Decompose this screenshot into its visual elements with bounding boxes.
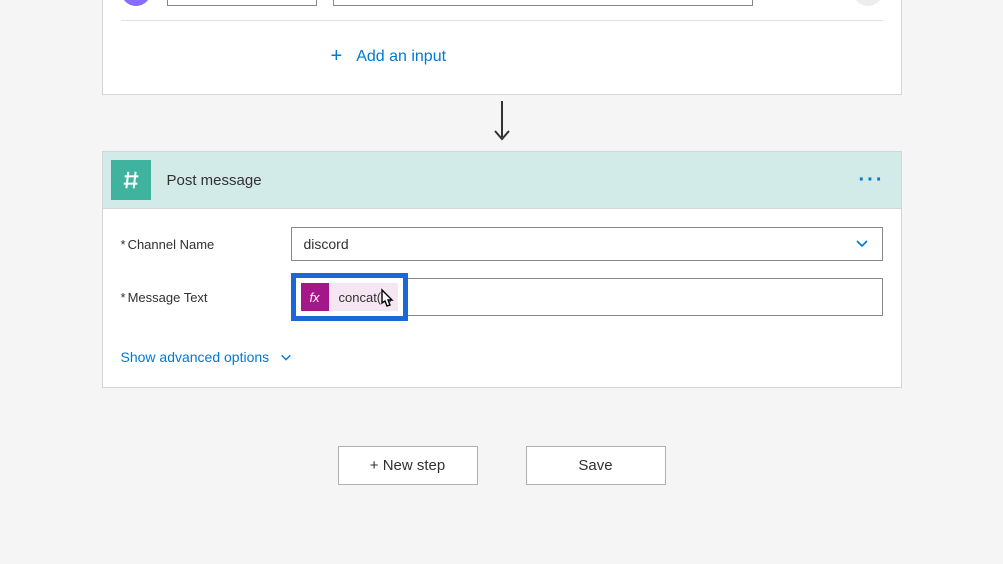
channel-name-label: *Channel Name: [121, 237, 291, 252]
message-text-label: *Message Text: [121, 290, 291, 305]
channel-name-dropdown[interactable]: discord: [291, 227, 883, 261]
new-step-button[interactable]: + New step: [338, 446, 478, 485]
show-advanced-options[interactable]: Show advanced options: [121, 349, 294, 365]
channel-name-row: *Channel Name discord: [121, 227, 883, 261]
message-text-field[interactable]: fx concat(...: [291, 273, 883, 321]
chevron-down-icon: [279, 350, 293, 364]
expression-token-highlight: fx concat(...: [291, 273, 408, 321]
action-header[interactable]: Post message ···: [102, 151, 902, 208]
plus-icon: +: [331, 45, 343, 68]
trigger-card: AA Input Please enter your email + Add a…: [102, 0, 902, 95]
fx-icon: fx: [301, 283, 329, 311]
input-placeholder-field[interactable]: Please enter your email: [333, 0, 753, 6]
expression-text: concat(...: [339, 290, 398, 305]
action-title: Post message: [167, 172, 859, 189]
flow-arrow-connector: [491, 95, 513, 151]
action-body: *Channel Name discord *Message Text: [102, 208, 902, 388]
expression-chip[interactable]: fx concat(...: [301, 283, 398, 311]
footer-buttons: + New step Save: [338, 446, 666, 485]
input-options-button[interactable]: [853, 0, 883, 6]
input-name-field[interactable]: Input: [167, 0, 317, 6]
action-card: Post message ··· *Channel Name discord *…: [102, 151, 902, 388]
add-input-button[interactable]: + Add an input: [121, 37, 883, 76]
hash-icon: [111, 160, 151, 200]
save-button[interactable]: Save: [526, 446, 666, 485]
chevron-down-icon: [854, 235, 870, 254]
arrow-down-icon: [491, 101, 513, 145]
add-input-label: Add an input: [356, 48, 446, 66]
action-menu-button[interactable]: ···: [859, 169, 885, 192]
channel-name-value: discord: [304, 236, 349, 252]
trigger-input-row: AA Input Please enter your email: [121, 0, 883, 21]
input-type-badge: AA: [121, 0, 151, 6]
message-text-row: *Message Text fx concat(...: [121, 273, 883, 321]
